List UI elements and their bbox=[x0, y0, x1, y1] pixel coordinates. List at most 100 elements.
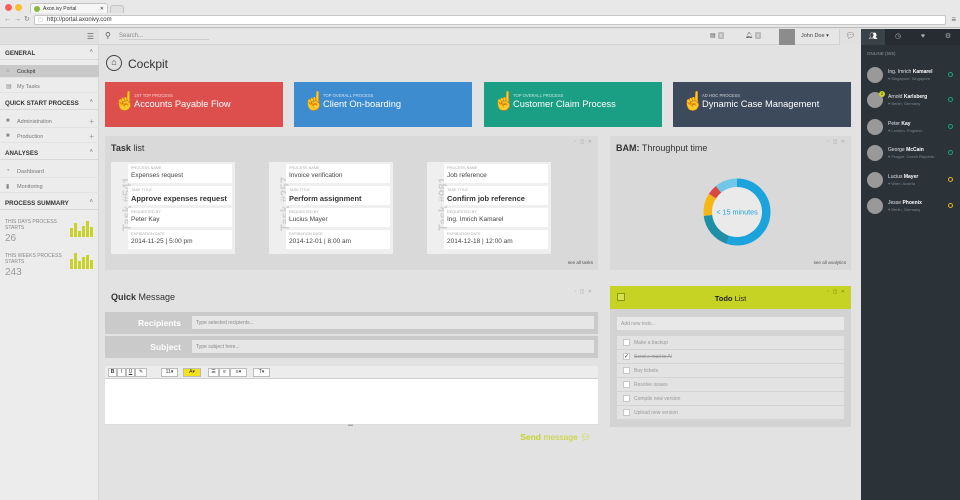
todo-checkbox[interactable] bbox=[623, 339, 630, 346]
todo-label: Resolve issues bbox=[634, 382, 668, 388]
todo-item[interactable]: Buy tickets bbox=[617, 364, 844, 377]
font-size-select[interactable]: 11▾ bbox=[161, 368, 178, 377]
sidebar-item-production[interactable]: ■ Production + bbox=[0, 130, 99, 143]
search-input[interactable]: Search... bbox=[119, 33, 209, 40]
browser-tab[interactable]: Axon.ivy Portal ✕ bbox=[30, 3, 108, 13]
plus-icon[interactable]: + bbox=[89, 117, 94, 126]
tile-top-process-3[interactable]: ☝ top overall process Customer Claim Pro… bbox=[484, 82, 662, 127]
subject-input[interactable]: Type subject here... bbox=[192, 340, 594, 353]
widget-controls[interactable]: ▫ ◫ ✕ bbox=[828, 289, 846, 295]
user-name: Peter Kay bbox=[888, 121, 911, 127]
field-label: TASK TITLE bbox=[289, 188, 310, 192]
field-label: TASK TITLE bbox=[131, 188, 152, 192]
todo-item[interactable]: Compile new version bbox=[617, 392, 844, 405]
widget-controls[interactable]: ▫ ◫ ✕ bbox=[575, 139, 593, 145]
italic-button[interactable]: I bbox=[117, 368, 126, 377]
underline-button[interactable]: U bbox=[126, 368, 135, 377]
chat-icon: 💬︎ bbox=[845, 31, 856, 40]
online-user[interactable]: Lucius Mayer ⌖ Wien, Austria bbox=[861, 169, 960, 194]
online-user[interactable]: George McCain ⌖ Prague, Czech Republic bbox=[861, 142, 960, 167]
font-label: T bbox=[258, 369, 262, 375]
browser-menu-icon[interactable]: ≡ bbox=[951, 15, 956, 24]
online-user[interactable]: 2 Arnold Karlsberg ⌖ Berlin, Germany bbox=[861, 89, 960, 114]
tasks-button[interactable]: ▤ 2 bbox=[710, 32, 725, 42]
sidebar-item-label: Monitoring bbox=[17, 184, 43, 190]
todo-item[interactable]: Upload new version bbox=[617, 406, 844, 419]
align-select[interactable]: ≡▾ bbox=[230, 368, 247, 377]
online-user[interactable]: Ing. Imrich Kamarel ⌖ Singapore, Singapor… bbox=[861, 64, 960, 89]
new-tab-button[interactable] bbox=[110, 5, 124, 13]
bullet-list-icon[interactable]: ☰ bbox=[208, 368, 219, 377]
text-color-button[interactable]: A▾ bbox=[183, 368, 201, 377]
sidebar-item-administration[interactable]: ■ Administration + bbox=[0, 115, 99, 128]
avatar[interactable] bbox=[779, 29, 795, 45]
minimize-window-button[interactable] bbox=[15, 4, 22, 11]
status-indicator bbox=[948, 203, 953, 208]
todo-item[interactable]: Make a backup bbox=[617, 336, 844, 349]
message-editor[interactable]: ▬ bbox=[105, 379, 598, 428]
tile-top-process-2[interactable]: ☝ top overall process Client On-boarding bbox=[294, 82, 472, 127]
task-card[interactable]: Task #541 PROCESS NAMEExpenses request T… bbox=[111, 162, 235, 254]
todo-checkbox[interactable]: ✓ bbox=[623, 353, 630, 360]
font-select[interactable]: T▾ bbox=[253, 368, 270, 377]
see-all-tasks-link[interactable]: see all tasks bbox=[568, 260, 593, 265]
forward-icon[interactable]: → bbox=[14, 16, 24, 23]
sidebar-item-dashboard[interactable]: ◔ Dashboard bbox=[0, 165, 99, 178]
sidebar-item-monitoring[interactable]: ▮ Monitoring bbox=[0, 180, 99, 193]
todo-item[interactable]: Resolve issues bbox=[617, 378, 844, 391]
widget-controls[interactable]: ▫ ◫ ✕ bbox=[575, 289, 593, 295]
address-bar[interactable]: ▢ http://portal.axonivy.com bbox=[34, 15, 946, 25]
tab-users[interactable]: 👥︎ bbox=[861, 29, 885, 45]
chat-toggle-button[interactable]: 💬︎ bbox=[839, 29, 861, 45]
user-last-name: Kamarel bbox=[912, 69, 933, 75]
send-message-button[interactable]: Send message 💬︎ bbox=[520, 432, 591, 443]
tab-favorites[interactable]: ♥ bbox=[911, 29, 935, 45]
todo-label: Buy tickets bbox=[634, 368, 659, 374]
reload-icon[interactable]: ↻ bbox=[24, 16, 33, 23]
todo-checkbox[interactable] bbox=[623, 395, 630, 402]
recipients-input[interactable]: Type selected recipients... bbox=[192, 316, 594, 329]
todo-item[interactable]: ✓ Send e-mail to Al bbox=[617, 350, 844, 363]
see-all-analytics-link[interactable]: see all analytics bbox=[814, 260, 846, 265]
back-icon[interactable]: ← bbox=[4, 16, 14, 23]
online-user[interactable]: Jesse Phoenix ⌖ Berlin, Germany bbox=[861, 195, 960, 220]
tile-top-process-1[interactable]: ☝ 1st top process Accounts Payable Flow bbox=[105, 82, 283, 127]
hamburger-icon[interactable]: ☰ bbox=[87, 32, 94, 41]
search-icon[interactable]: ⚲ bbox=[105, 31, 111, 40]
resize-handle[interactable]: ▬ bbox=[348, 422, 353, 428]
title-bold: Task bbox=[111, 143, 131, 153]
tab-settings[interactable]: ⚙ bbox=[936, 29, 960, 45]
section-process-summary[interactable]: PROCESS SUMMARY ˄ bbox=[0, 197, 99, 210]
new-todo-input[interactable]: Add new todo... bbox=[617, 317, 844, 330]
todo-checkbox[interactable] bbox=[623, 381, 630, 388]
todo-checkbox[interactable] bbox=[623, 409, 630, 416]
close-tab-icon[interactable]: ✕ bbox=[100, 6, 104, 12]
section-analyses[interactable]: ANALYSES ˄ bbox=[0, 147, 99, 160]
numbered-list-icon[interactable]: ≡ bbox=[219, 368, 230, 377]
avatar bbox=[867, 119, 883, 135]
task-card[interactable]: Task #981 PROCESS NAMEJob reference TASK… bbox=[427, 162, 551, 254]
user-last-name: McCain bbox=[906, 147, 924, 153]
tab-history[interactable]: ◷ bbox=[886, 29, 910, 45]
user-name: George McCain bbox=[888, 147, 924, 153]
close-window-button[interactable] bbox=[5, 4, 12, 11]
plus-icon[interactable]: + bbox=[89, 132, 94, 141]
section-general[interactable]: GENERAL ˄ bbox=[0, 47, 99, 60]
todo-checkbox[interactable] bbox=[623, 367, 630, 374]
user-menu[interactable]: John Doe ▾ bbox=[801, 33, 829, 39]
online-users-panel: 👥︎ ◷ ♥ ⚙ ONLINE (555) Ing. Imrich Kamare… bbox=[861, 29, 960, 500]
title-rest: list bbox=[130, 143, 145, 153]
eraser-icon[interactable]: ✎ bbox=[135, 368, 147, 377]
section-quick-start[interactable]: QUICK START PROCESS ˄ bbox=[0, 97, 99, 110]
location-icon: ⌖ bbox=[888, 207, 891, 212]
task-card[interactable]: Task #257 PROCESS NAMEInvoice verificati… bbox=[269, 162, 393, 254]
font-size-value: 11 bbox=[165, 369, 171, 375]
sidebar-item-my-tasks[interactable]: ▤ My Tasks bbox=[0, 80, 99, 93]
tile-adhoc-process[interactable]: ☝ ad hoc process Dynamic Case Management bbox=[673, 82, 851, 127]
tile-name: Client On-boarding bbox=[323, 99, 402, 109]
sidebar-item-cockpit[interactable]: ⌂ Cockpit bbox=[0, 65, 99, 78]
online-user[interactable]: Peter Kay ⌖ London, England bbox=[861, 116, 960, 141]
bold-button[interactable]: B bbox=[108, 368, 117, 377]
field-label: TASK TITLE bbox=[447, 188, 468, 192]
notifications-button[interactable]: 🔔︎ 4 bbox=[745, 32, 762, 42]
